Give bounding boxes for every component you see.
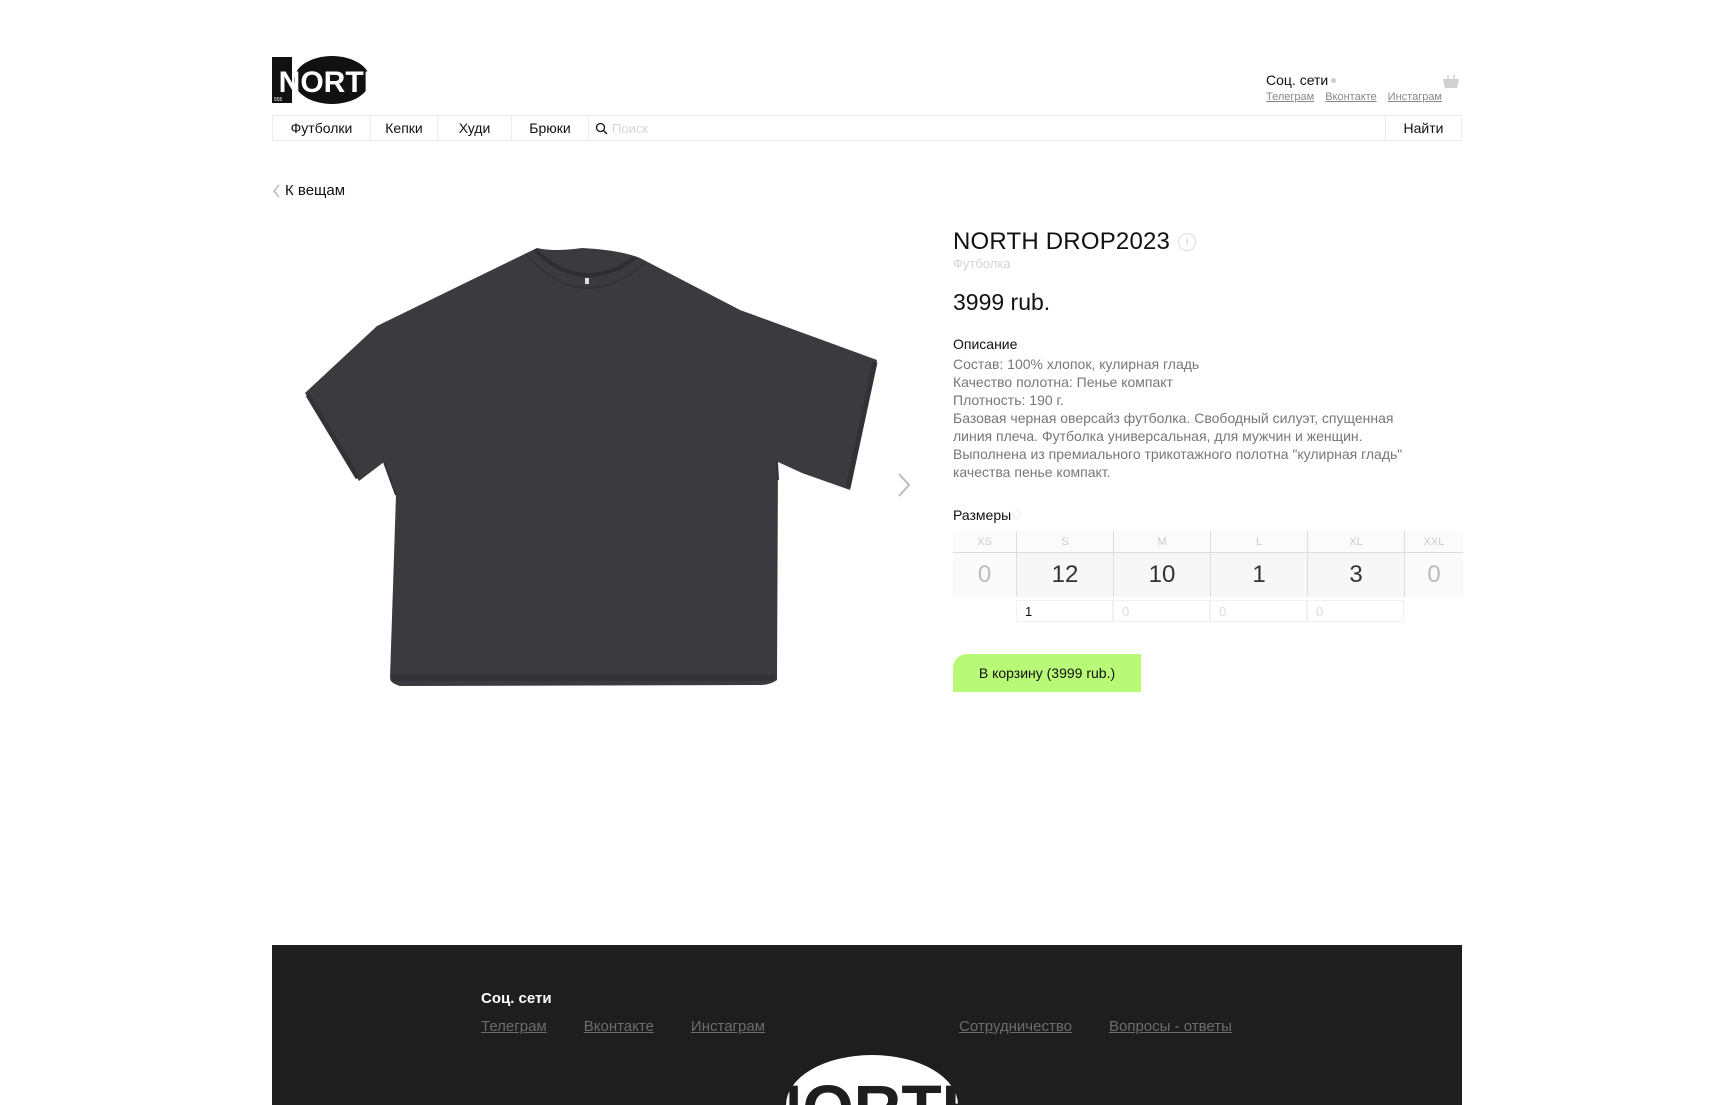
- footer-link-faq[interactable]: Вопросы - ответы: [1109, 1018, 1232, 1035]
- product-image: [290, 240, 890, 740]
- search-input[interactable]: [612, 120, 1312, 136]
- info-icon[interactable]: i: [1178, 233, 1197, 251]
- nav-item-caps[interactable]: Кепки: [371, 116, 438, 140]
- quantity-input-s[interactable]: [1016, 600, 1113, 622]
- sizes-title: Размеры: [953, 507, 1463, 523]
- footer-link-instagram[interactable]: Инстаграм: [691, 1018, 765, 1035]
- description-line: Плотность: 190 г.: [953, 392, 1064, 408]
- product-category: Футболка: [953, 256, 1011, 271]
- size-stock-xxl: 0: [1404, 553, 1463, 597]
- description-title: Описание: [953, 336, 1018, 352]
- chevron-right-icon: [898, 473, 911, 497]
- product-info: NORTH DROP2023 i Футболка 3999 rub. Опис…: [953, 228, 1463, 692]
- header-link-telegram[interactable]: Телеграм: [1266, 91, 1314, 103]
- description-line: качества пенье компакт.: [953, 464, 1111, 480]
- find-button[interactable]: Найти: [1385, 116, 1461, 140]
- nav-item-pants[interactable]: Брюки: [512, 116, 589, 140]
- description-line: линия плеча. Футболка универсальная, для…: [953, 428, 1363, 444]
- footer-logo-text: NORTH: [784, 1071, 960, 1105]
- footer-link-cooperation[interactable]: Сотрудничество: [959, 1018, 1072, 1035]
- header-link-vkontakte[interactable]: Вконтакте: [1325, 91, 1376, 103]
- add-to-cart-button[interactable]: В корзину (3999 rub.): [953, 654, 1141, 692]
- header-link-instagram[interactable]: Инстаграм: [1388, 91, 1442, 103]
- description-line: Выполнена из премиального трикотажного п…: [953, 446, 1403, 462]
- help-dot-icon[interactable]: [1013, 511, 1022, 519]
- size-table: XS S M L XL XXL 0 12 10 1 3 0: [953, 531, 1463, 622]
- logo-text: NORTH: [279, 66, 372, 99]
- description-line: Состав: 100% хлопок, кулирная гладь: [953, 356, 1200, 372]
- size-label-s: S: [1016, 531, 1113, 553]
- footer: Соц. сети Телеграм Вконтакте Инстаграм С…: [272, 945, 1462, 1105]
- logo[interactable]: 555 NORTH: [272, 55, 385, 105]
- nav-bar: Футболки Кепки Худи Брюки Найти: [272, 115, 1462, 141]
- header-social: Соц. сети Телеграм Вконтакте Инстаграм: [1266, 72, 1466, 103]
- size-stock-xs: 0: [953, 553, 1016, 597]
- dot-icon: [1331, 77, 1337, 83]
- search-box: [589, 116, 1385, 140]
- footer-link-telegram[interactable]: Телеграм: [481, 1018, 547, 1035]
- size-label-l: L: [1210, 531, 1307, 553]
- quantity-input-l[interactable]: [1210, 600, 1307, 622]
- size-stock-xl[interactable]: 3: [1307, 553, 1404, 597]
- footer-social-title: Соц. сети: [481, 990, 552, 1007]
- size-stock-l[interactable]: 1: [1210, 553, 1307, 597]
- header-social-title: Соц. сети: [1266, 72, 1466, 88]
- description-line: Качество полотна: Пенье компакт: [953, 374, 1173, 390]
- description-line: Базовая черная оверсайз футболка. Свобод…: [953, 410, 1394, 426]
- size-label-xs: XS: [953, 531, 1016, 553]
- description-text: Состав: 100% хлопок, кулирная гладь Каче…: [953, 355, 1463, 481]
- size-label-xxl: XXL: [1404, 531, 1463, 553]
- next-image-button[interactable]: [894, 470, 914, 500]
- size-stock-s[interactable]: 12: [1016, 553, 1113, 597]
- product-title: NORTH DROP2023: [953, 228, 1171, 255]
- size-stock-m[interactable]: 10: [1113, 553, 1210, 597]
- back-link[interactable]: К вещам: [272, 182, 345, 199]
- search-icon: [595, 122, 608, 134]
- footer-logo[interactable]: NORTH: [755, 1053, 989, 1105]
- back-link-label: К вещам: [285, 182, 346, 199]
- product-price: 3999 rub.: [953, 289, 1051, 315]
- nav-item-hoodies[interactable]: Худи: [438, 116, 512, 140]
- cart-icon[interactable]: [1441, 72, 1461, 90]
- quantity-input-m[interactable]: [1113, 600, 1210, 622]
- size-label-m: M: [1113, 531, 1210, 553]
- footer-link-vkontakte[interactable]: Вконтакте: [584, 1018, 654, 1035]
- nav-item-tshirts[interactable]: Футболки: [273, 116, 371, 140]
- chevron-left-icon: [273, 184, 280, 197]
- quantity-input-xl[interactable]: [1307, 600, 1404, 622]
- size-label-xl: XL: [1307, 531, 1404, 553]
